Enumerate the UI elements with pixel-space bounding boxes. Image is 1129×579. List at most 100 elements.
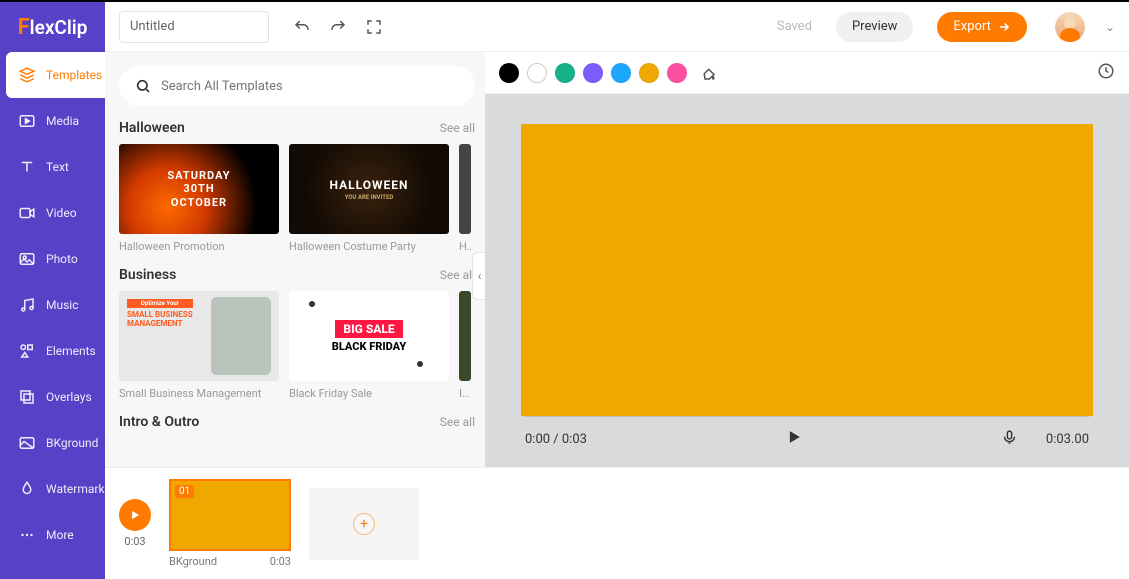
color-swatch-purple[interactable] [583,63,603,83]
template-label: Small Business Management [119,387,279,400]
template-thumb: Optimize Your SMALL BUSINESSMANAGEMENT [119,291,279,381]
templates-panel: Halloween See all SATURDAY30THOCTOBER Ha… [105,52,485,467]
template-thumb: HALLOWEEN YOU ARE INVITED [289,144,449,234]
template-card[interactable]: Optimize Your SMALL BUSINESSMANAGEMENT S… [119,291,279,400]
canvas-stage[interactable] [521,124,1093,416]
sidebar-item-label: Overlays [46,390,92,404]
sidebar-item-watermark[interactable]: Watermark [0,466,105,512]
music-icon [18,296,36,314]
add-clip-button[interactable]: + [309,488,419,560]
sidebar-item-photo[interactable]: Photo [0,236,105,282]
clip-badge: 01 [175,485,194,498]
export-button[interactable]: Export [937,12,1027,42]
color-swatch-black[interactable] [499,63,519,83]
sidebar-item-media[interactable]: Media [0,98,105,144]
sidebar-item-overlays[interactable]: Overlays [0,374,105,420]
media-icon [18,112,36,130]
sidebar-item-label: Text [46,160,69,174]
color-swatch-white[interactable] [527,63,547,83]
clip-label: BKground [169,555,217,568]
sidebar-item-elements[interactable]: Elements [0,328,105,374]
color-bar [485,52,1129,94]
sidebar-item-bkground[interactable]: BKground [0,420,105,466]
history-icon[interactable] [1097,62,1115,84]
template-thumb: BIG SALE BLACK FRIDAY [289,291,449,381]
watermark-icon [18,480,36,498]
see-all-link[interactable]: See all [440,268,475,282]
color-swatch-blue[interactable] [611,63,631,83]
search-icon [135,78,151,94]
video-icon [18,204,36,222]
sidebar-item-label: Music [46,298,78,312]
sidebar-item-text[interactable]: Text [0,144,105,190]
timeline-play-button[interactable] [119,499,151,531]
color-swatch-teal[interactable] [555,63,575,83]
sidebar-item-label: Video [46,206,77,220]
color-swatch-amber[interactable] [639,63,659,83]
bkground-icon [18,434,36,452]
text-icon [18,158,36,176]
template-label: Int [459,387,471,400]
undo-icon[interactable] [293,18,311,36]
templates-icon [18,66,36,84]
template-label: Halloween Promotion [119,240,279,253]
sidebar-item-video[interactable]: Video [0,190,105,236]
search-input[interactable] [161,79,459,94]
sidebar-item-label: Photo [46,252,78,266]
elements-icon [18,342,36,360]
photo-icon [18,250,36,268]
sidebar-item-label: Elements [46,344,96,358]
section-title: Intro & Outro [119,414,199,430]
template-thumb: SATURDAY30THOCTOBER [119,144,279,234]
more-icon [18,526,36,544]
see-all-link[interactable]: See all [440,121,475,135]
sidebar-item-label: Watermark [46,482,105,496]
template-card[interactable]: BIG SALE BLACK FRIDAY Black Friday Sale [289,291,449,400]
see-all-link[interactable]: See all [440,415,475,429]
avatar[interactable] [1055,12,1085,42]
sidebar-item-label: Media [46,114,79,128]
project-title-input[interactable] [119,11,269,43]
timeline-time: 0:03 [124,535,145,548]
sidebar-item-label: Templates [46,68,102,82]
mic-button[interactable] [1001,429,1018,450]
preview-button[interactable]: Preview [836,12,913,42]
fullscreen-icon[interactable] [365,18,383,36]
sidebar-item-templates[interactable]: Templates [6,52,105,98]
template-thumb [459,144,471,234]
canvas-area: 0:00 / 0:03 0:03.00 [485,52,1129,467]
template-label: Black Friday Sale [289,387,449,400]
plus-icon: + [353,513,375,535]
chevron-down-icon[interactable]: ⌄ [1105,20,1115,34]
template-label: Halloween Costume Party [289,240,449,253]
clip-time: 0:03 [270,555,291,568]
fill-bucket-icon[interactable] [699,64,717,82]
template-card[interactable]: SATURDAY30THOCTOBER Halloween Promotion [119,144,279,253]
topbar: Saved Preview Export ⌄ [105,2,1129,52]
template-card[interactable]: HALLOWEEN YOU ARE INVITED Halloween Cost… [289,144,449,253]
collapse-panel-button[interactable]: ‹ [472,252,485,300]
timeline-clip[interactable]: 01 [169,479,291,551]
color-swatch-pink[interactable] [667,63,687,83]
time-display: 0:00 / 0:03 [525,432,587,447]
template-thumb [459,291,471,381]
timeline: 0:03 01 BKground 0:03 + [105,467,1129,579]
export-label: Export [953,19,991,34]
sidebar-item-label: More [46,528,74,542]
stage-wrap: 0:00 / 0:03 0:03.00 [485,94,1129,467]
sidebar-item-music[interactable]: Music [0,282,105,328]
redo-icon[interactable] [329,18,347,36]
transport-bar: 0:00 / 0:03 0:03.00 [521,417,1093,455]
sidebar-item-more[interactable]: More [0,512,105,558]
saved-status: Saved [777,19,812,34]
template-label: Hal [459,240,471,253]
section-title: Halloween [119,120,185,136]
section-title: Business [119,267,176,283]
play-button[interactable] [784,427,804,451]
template-card[interactable]: Int [459,291,471,400]
search-box[interactable] [119,66,475,106]
duration-display: 0:03.00 [1046,432,1089,447]
overlays-icon [18,388,36,406]
arrow-right-icon [997,20,1011,34]
template-card[interactable]: Hal [459,144,471,253]
